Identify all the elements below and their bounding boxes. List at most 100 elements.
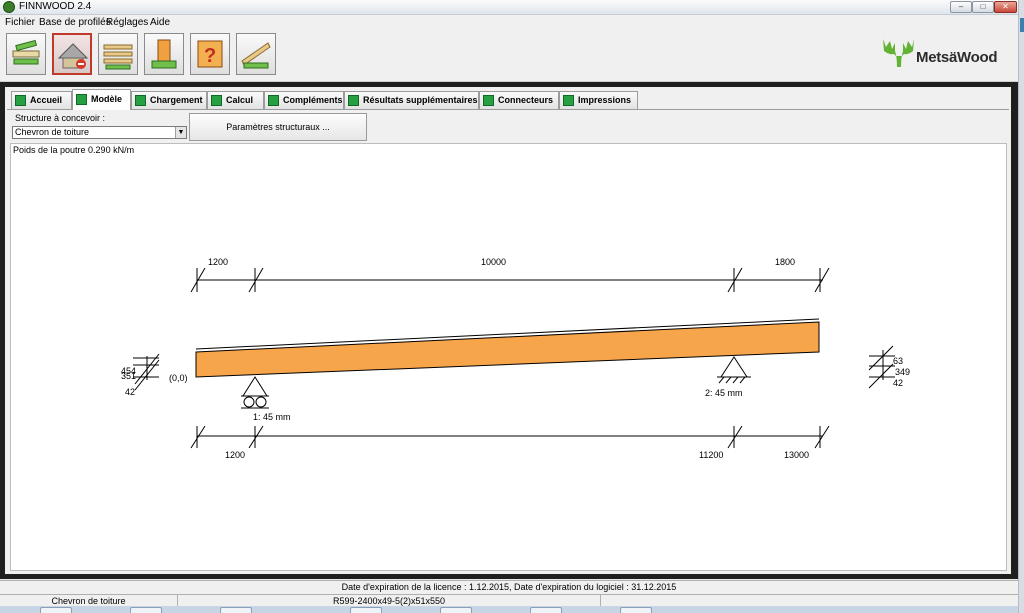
left-height-2: 351 xyxy=(121,371,136,381)
dim-slash xyxy=(727,425,743,449)
bottom-dim-1: 1200 xyxy=(225,450,245,460)
main-panel: Accueil Modèle Chargement Calcul Complém… xyxy=(5,87,1011,574)
tab-modele[interactable]: Modèle xyxy=(72,89,131,110)
tab-calcul[interactable]: Calcul xyxy=(207,91,264,109)
beam-icon xyxy=(12,39,40,65)
taskbar-item[interactable] xyxy=(130,607,162,613)
taskbar-item[interactable] xyxy=(530,607,562,613)
tab-accueil[interactable]: Accueil xyxy=(11,91,72,109)
finnwood-window: FINNWOOD 2.4 – □ ✕ Fichier Base de profi… xyxy=(0,0,1024,613)
dim-slash xyxy=(248,425,264,449)
tab-connecteurs[interactable]: Connecteurs xyxy=(479,91,559,109)
right-height-3: 42 xyxy=(893,378,903,388)
taskbar-item[interactable] xyxy=(220,607,252,613)
taskbar-item[interactable] xyxy=(620,607,652,613)
top-dim-1: 1200 xyxy=(208,257,228,267)
structure-select[interactable]: Chevron de toiture ▼ xyxy=(12,126,187,139)
right-height-slash xyxy=(868,363,894,389)
tab-resultats-supplementaires[interactable]: Résultats supplémentaires xyxy=(344,91,479,109)
right-height-2: 349 xyxy=(895,367,910,377)
help-icon: ? xyxy=(197,40,223,68)
complements-tab-icon xyxy=(268,95,279,106)
home-tab-icon xyxy=(15,95,26,106)
roof-model-tool-button[interactable] xyxy=(52,33,92,75)
license-status-bar: Date d'expiration de la licence : 1.12.2… xyxy=(0,580,1018,594)
desktop-edge xyxy=(1018,0,1024,613)
floor-joists-icon xyxy=(103,44,133,70)
bottom-dim-3: 13000 xyxy=(784,450,809,460)
top-dim-2: 10000 xyxy=(481,257,506,267)
support-1-roller xyxy=(243,396,255,408)
rafter-beam[interactable] xyxy=(195,321,820,378)
support-2-hatch xyxy=(732,376,739,384)
menu-aide[interactable]: Aide xyxy=(150,17,170,28)
structure-label: Structure à concevoir : xyxy=(15,113,106,123)
metsawood-logo: MetsäWood xyxy=(880,35,1010,73)
title-bar: FINNWOOD 2.4 – □ ✕ xyxy=(0,0,1018,15)
menu-fichier[interactable]: Fichier xyxy=(5,17,35,28)
app-icon xyxy=(3,1,15,13)
origin-label: (0,0) xyxy=(169,373,188,383)
chevron-down-icon[interactable]: ▼ xyxy=(175,127,186,138)
minimize-button[interactable]: – xyxy=(950,1,972,13)
maximize-button[interactable]: □ xyxy=(972,1,994,13)
taskbar xyxy=(0,606,1018,613)
tab-complements[interactable]: Compléments xyxy=(264,91,344,109)
print-tab-icon xyxy=(563,95,574,106)
support-2-hatch xyxy=(725,376,732,384)
taskbar-item[interactable] xyxy=(440,607,472,613)
truss-icon xyxy=(241,42,271,69)
menu-reglages[interactable]: Réglages xyxy=(106,17,148,28)
top-dim-3: 1800 xyxy=(775,257,795,267)
support-1-label: 1: 45 mm xyxy=(253,412,291,422)
support-2-hatch xyxy=(739,376,746,384)
svg-text:?: ? xyxy=(204,45,216,67)
structural-parameters-button[interactable]: Paramètres structuraux ... xyxy=(189,113,367,141)
tab-label: Impressions xyxy=(578,95,632,105)
beam-tool-button[interactable] xyxy=(6,33,46,75)
beam-drawing: 1200 10000 1800 (0,0) 454 351 42 63 349 … xyxy=(121,257,910,460)
tab-label: Modèle xyxy=(91,94,123,104)
support-2-triangle[interactable] xyxy=(720,356,748,378)
column-icon xyxy=(151,39,177,69)
structure-select-value: Chevron de toiture xyxy=(15,127,90,137)
toolbar: ? MetsäWood xyxy=(0,30,1018,82)
menu-base-de-profiles[interactable]: Base de profilés xyxy=(39,17,111,28)
dim-slash xyxy=(814,425,830,449)
tab-label: Chargement xyxy=(150,95,203,105)
desktop-edge-accent xyxy=(1020,18,1024,32)
connectors-tab-icon xyxy=(483,95,494,106)
column-tool-button[interactable] xyxy=(144,33,184,75)
support-2-label: 2: 45 mm xyxy=(705,388,743,398)
menu-bar: Fichier Base de profilés Réglages Aide xyxy=(0,15,1018,30)
bottom-dim-2: 11200 xyxy=(699,450,723,460)
left-height-3: 42 xyxy=(125,387,135,397)
logo-text: MetsäWood xyxy=(916,49,998,66)
tab-label: Connecteurs xyxy=(498,95,554,105)
tab-chargement[interactable]: Chargement xyxy=(131,91,207,109)
main-frame: Accueil Modèle Chargement Calcul Complém… xyxy=(0,82,1018,579)
drawing-canvas[interactable]: Poids de la poutre 0.290 kN/m 1200 10000… xyxy=(10,143,1007,571)
tab-impressions[interactable]: Impressions xyxy=(559,91,638,109)
tab-label: Résultats supplémentaires xyxy=(363,95,478,105)
support-2-hatch xyxy=(718,376,725,384)
tab-label: Calcul xyxy=(226,95,254,105)
model-tab-icon xyxy=(76,94,87,105)
tab-label: Accueil xyxy=(30,95,63,105)
model-tab-panel: Structure à concevoir : Chevron de toitu… xyxy=(7,109,1009,572)
calc-tab-icon xyxy=(211,95,222,106)
floor-joists-tool-button[interactable] xyxy=(98,33,138,75)
roof-model-icon xyxy=(57,43,89,69)
support-1-roller xyxy=(255,396,267,408)
taskbar-item[interactable] xyxy=(350,607,382,613)
load-tab-icon xyxy=(135,95,146,106)
support-1-triangle[interactable] xyxy=(242,376,268,397)
taskbar-item[interactable] xyxy=(40,607,72,613)
moose-logo-icon xyxy=(883,39,914,67)
help-tool-button[interactable]: ? xyxy=(190,33,230,75)
results-tab-icon xyxy=(348,95,359,106)
tab-label: Compléments xyxy=(283,95,343,105)
close-button[interactable]: ✕ xyxy=(994,1,1017,13)
right-height-1: 63 xyxy=(893,356,903,366)
truss-tool-button[interactable] xyxy=(236,33,276,75)
